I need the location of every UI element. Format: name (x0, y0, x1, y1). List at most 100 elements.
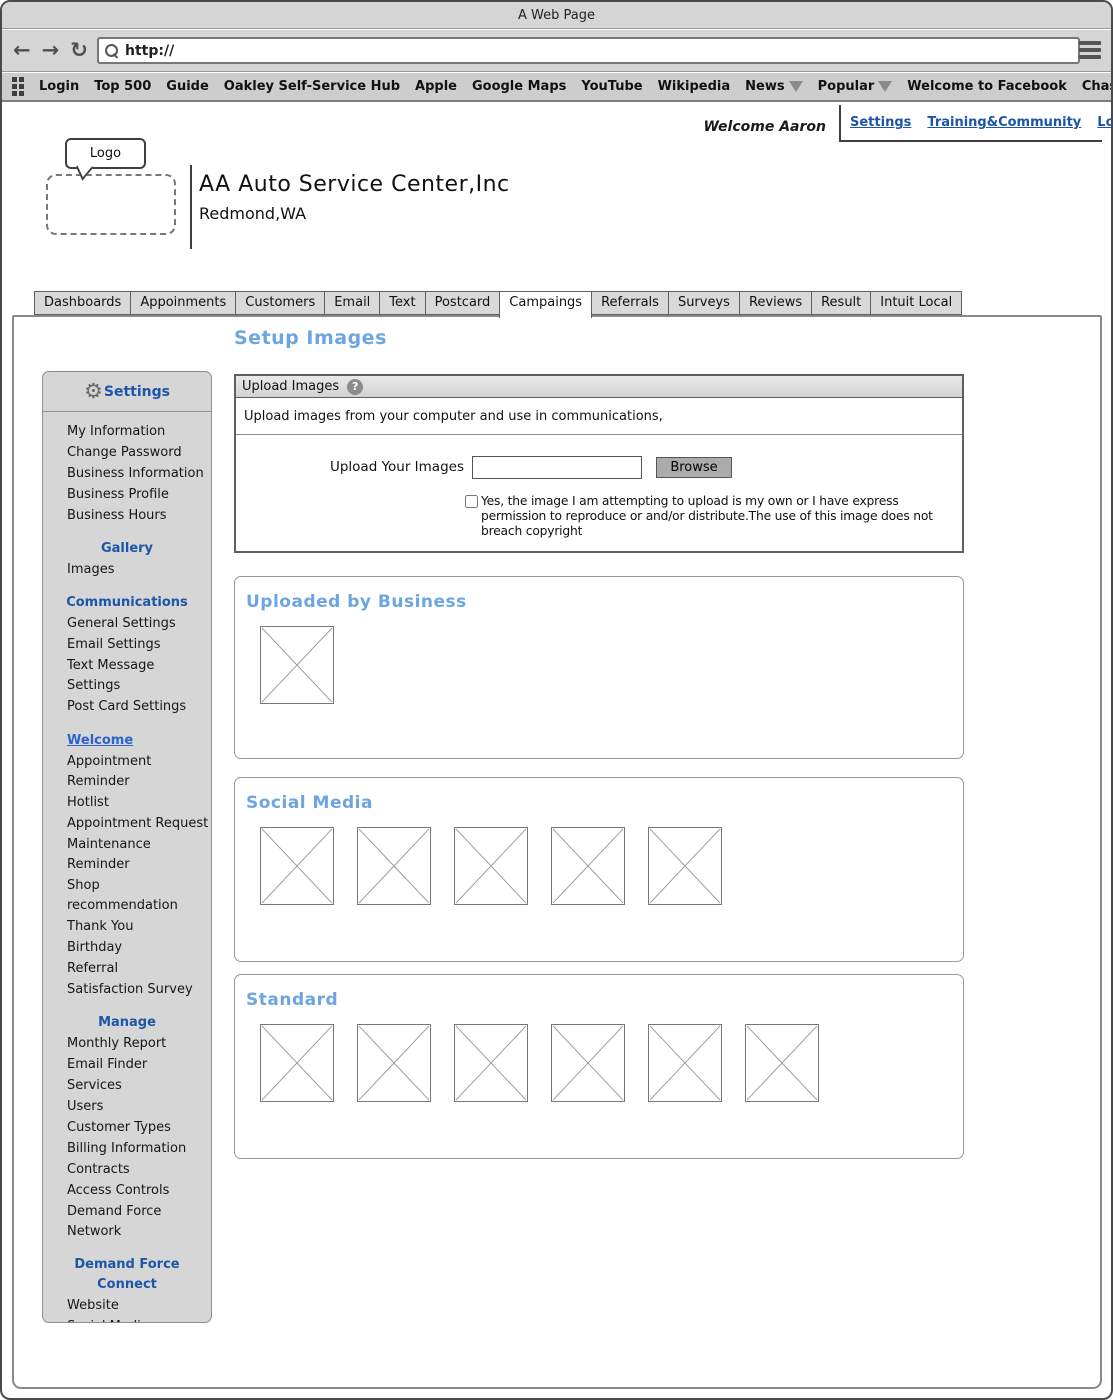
tab[interactable]: Dashboards (34, 291, 131, 315)
bookmark-item[interactable]: Chase Online - Logon (1082, 79, 1113, 94)
sidebar-item[interactable]: Email Settings (43, 635, 211, 655)
image-placeholder[interactable] (454, 1024, 528, 1102)
bookmark-item[interactable]: Popular (818, 79, 893, 94)
bookmark-item[interactable]: News (745, 79, 802, 94)
window-titlebar: A Web Page (2, 2, 1111, 29)
browse-button[interactable]: Browse (656, 457, 732, 478)
image-placeholder[interactable] (648, 827, 722, 905)
sidebar-item[interactable]: Contracts (43, 1160, 211, 1180)
help-icon[interactable]: ? (347, 379, 363, 395)
sidebar-item[interactable]: Website (43, 1296, 211, 1316)
bookmark-item[interactable]: Oakley Self-Service Hub (224, 79, 400, 94)
sidebar-item[interactable]: Appointment Request (43, 814, 211, 834)
gear-icon: ⚙ (84, 381, 103, 402)
sidebar-item[interactable]: Birthday (43, 938, 211, 958)
tab[interactable]: Result (811, 291, 871, 315)
section-title: Social Media (235, 778, 963, 813)
sidebar-item[interactable]: Text Message Settings (43, 656, 211, 696)
tab[interactable]: Email (324, 291, 380, 315)
sidebar-item[interactable]: Thank You (43, 917, 211, 937)
image-placeholder[interactable] (551, 1024, 625, 1102)
sidebar-item[interactable]: Maintenance Reminder (43, 835, 211, 875)
sidebar-item[interactable]: Post Card Settings (43, 697, 211, 717)
image-placeholder[interactable] (551, 827, 625, 905)
business-divider (190, 165, 192, 249)
sidebar-item[interactable]: Gallery (43, 539, 211, 559)
bookmark-item[interactable]: Wikipedia (658, 79, 731, 94)
tab[interactable]: Referrals (591, 291, 669, 315)
sidebar-item[interactable]: Business Profile (43, 485, 211, 505)
url-input[interactable] (125, 43, 1025, 59)
bookmark-item[interactable]: Google Maps (472, 79, 566, 94)
logo-placeholder[interactable] (46, 174, 176, 235)
sidebar-item[interactable]: Customer Types (43, 1118, 211, 1138)
back-button[interactable]: ← (13, 40, 31, 61)
tab[interactable]: Text (379, 291, 425, 315)
tab[interactable]: Surveys (668, 291, 740, 315)
sidebar-item[interactable]: My Information (43, 422, 211, 442)
sidebar-item[interactable]: Demand Force Connect (43, 1255, 211, 1295)
image-placeholder[interactable] (260, 827, 334, 905)
bookmark-item[interactable]: Apple (415, 79, 457, 94)
consent-text: Yes, the image I am attempting to upload… (481, 494, 965, 539)
bookmark-item[interactable]: YouTube (581, 79, 642, 94)
menu-icon[interactable] (1079, 41, 1101, 62)
image-placeholder[interactable] (745, 1024, 819, 1102)
sidebar-item[interactable]: Appointment Reminder (43, 752, 211, 792)
upload-filename-input[interactable] (472, 456, 642, 479)
sidebar-item[interactable]: Users (43, 1097, 211, 1117)
sidebar-item[interactable]: Email Finder (43, 1055, 211, 1075)
header-link[interactable]: Training&Community (927, 115, 1081, 130)
header-links: Settings Training&Community Logout (839, 105, 1102, 142)
sidebar-item[interactable]: Business Hours (43, 506, 211, 526)
content-frame: Setup Images ⚙ Settings My Information C… (12, 315, 1102, 1389)
sidebar-item[interactable]: Communications (43, 593, 211, 613)
sidebar-item[interactable]: Access Controls (43, 1181, 211, 1201)
header-link[interactable]: Logout (1097, 115, 1113, 130)
tab[interactable]: Postcard (425, 291, 501, 315)
tab[interactable]: Appoinments (130, 291, 236, 315)
tab[interactable]: Campaings (499, 291, 592, 318)
sidebar-item[interactable]: Manage (43, 1013, 211, 1033)
section-title: Uploaded by Business (235, 577, 963, 612)
bookmark-label: Popular (818, 79, 875, 94)
forward-button[interactable]: → (42, 40, 60, 61)
sidebar-item[interactable]: Services (43, 1076, 211, 1096)
bookmark-item[interactable]: Top 500 (94, 79, 151, 94)
sidebar-item[interactable]: General Settings (43, 614, 211, 634)
image-placeholder[interactable] (454, 827, 528, 905)
url-bar[interactable] (97, 37, 1080, 64)
image-placeholder[interactable] (648, 1024, 722, 1102)
sidebar-item[interactable]: Demand Force Network (43, 1202, 211, 1242)
sidebar-item[interactable]: Shop recommendation (43, 876, 211, 916)
image-placeholder[interactable] (357, 827, 431, 905)
consent-checkbox[interactable] (465, 495, 478, 508)
sidebar-item[interactable]: Social Media (43, 1317, 211, 1323)
bookmarks-bar: Login Top 500 Guide Oakley Self-Service … (2, 73, 1111, 102)
reload-button[interactable]: ↻ (70, 40, 88, 61)
bookmark-item[interactable]: Guide (166, 79, 209, 94)
sidebar-item[interactable]: Welcome (43, 731, 211, 751)
tab[interactable]: Reviews (739, 291, 812, 315)
sidebar-item[interactable]: Billing Information (43, 1139, 211, 1159)
bookmark-item[interactable]: Login (39, 79, 79, 94)
sidebar-item[interactable]: Satisfaction Survey (43, 980, 211, 1000)
image-placeholder[interactable] (260, 1024, 334, 1102)
x-image-icon (552, 828, 624, 904)
dropdown-arrow-icon (789, 81, 803, 92)
sidebar-item[interactable]: Change Password (43, 443, 211, 463)
tab[interactable]: Customers (235, 291, 325, 315)
sidebar-item[interactable]: Business Information (43, 464, 211, 484)
image-placeholder[interactable] (260, 626, 334, 704)
sidebar-item[interactable]: Images (43, 560, 211, 580)
sidebar-item[interactable]: Monthly Report (43, 1034, 211, 1054)
sidebar-item[interactable]: Hotlist (43, 793, 211, 813)
bookmark-label: Google Maps (472, 79, 566, 94)
image-placeholder[interactable] (357, 1024, 431, 1102)
bookmark-label: Oakley Self-Service Hub (224, 79, 400, 94)
bookmark-item[interactable]: Welcome to Facebook (907, 79, 1067, 94)
sidebar-item[interactable]: Referral (43, 959, 211, 979)
bookmark-label: Chase Online - Logon (1082, 79, 1113, 94)
tab[interactable]: Intuit Local (870, 291, 962, 315)
header-link[interactable]: Settings (850, 115, 911, 130)
